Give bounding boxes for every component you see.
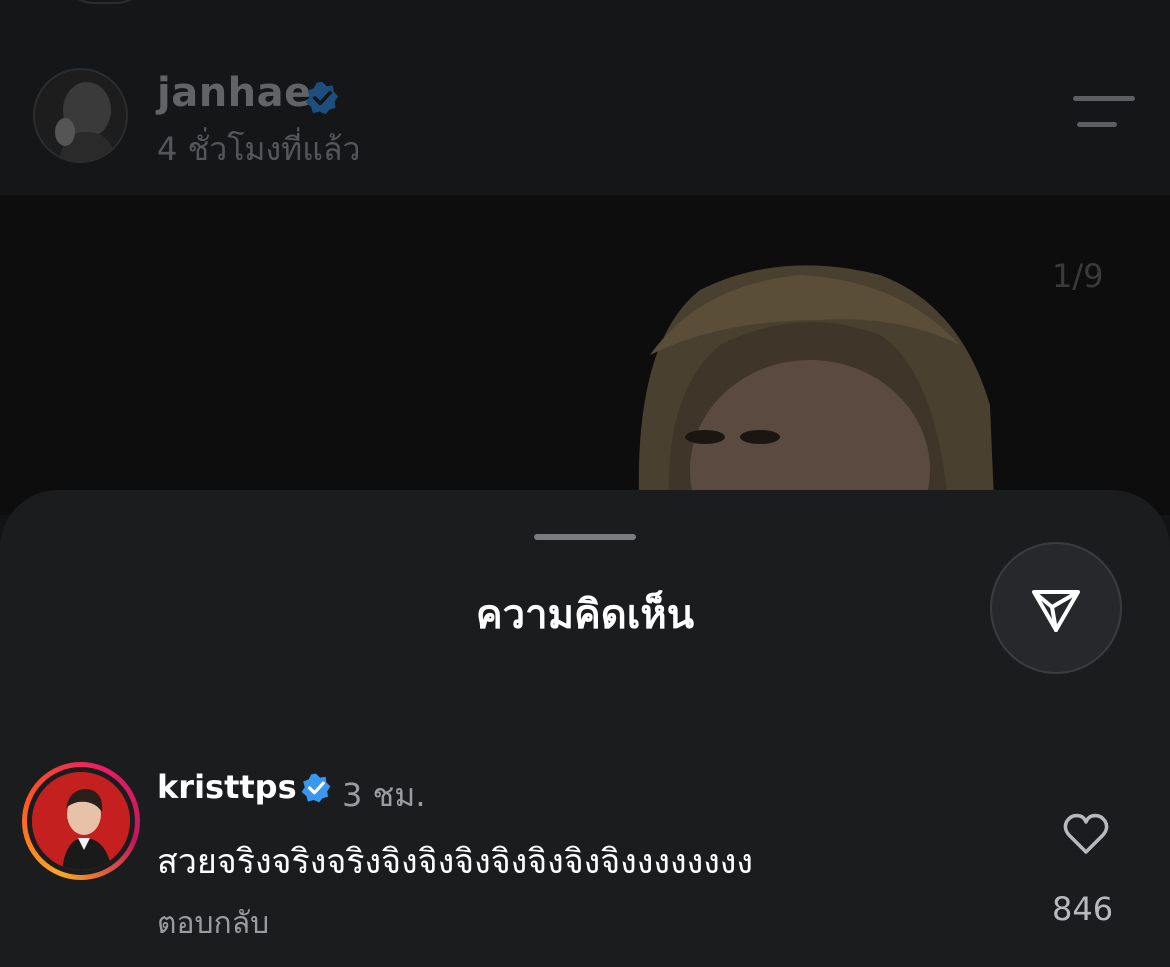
- heart-icon[interactable]: [1062, 812, 1110, 856]
- send-icon: [1032, 590, 1080, 632]
- menu-icon[interactable]: [1073, 96, 1135, 132]
- author-username[interactable]: janhae: [157, 70, 312, 116]
- post-photo: [0, 195, 1170, 515]
- comment-timestamp: 3 ชม.: [342, 776, 426, 814]
- post-timestamp: 4 ชั่วโมงที่แล้ว: [157, 130, 361, 168]
- post-image[interactable]: 1/9: [0, 195, 1170, 515]
- comment-username[interactable]: kristtps: [157, 768, 297, 806]
- author-avatar-image: [35, 70, 126, 161]
- comment-text: สวยจริงจริงจริงจิงจิงจิงจิงจิงจิงจิงงงงง…: [157, 842, 753, 882]
- author-avatar[interactable]: [33, 68, 128, 163]
- verified-badge-icon: [305, 81, 339, 115]
- like-count: 846: [1052, 890, 1114, 928]
- previous-avatar-edge: [60, 0, 150, 4]
- commenter-photo: [32, 772, 130, 870]
- sheet-grabber[interactable]: [534, 534, 636, 540]
- reply-button[interactable]: ตอบกลับ: [157, 900, 269, 947]
- carousel-page-indicator: 1/9: [1052, 257, 1104, 295]
- verified-badge-icon: [301, 773, 331, 803]
- post-header: janhae 4 ชั่วโมงที่แล้ว: [0, 0, 1170, 195]
- comments-sheet: ความคิดเห็น kristtps 3 ชม. สวยจริงจริงจร…: [0, 490, 1170, 967]
- share-button[interactable]: [990, 542, 1122, 674]
- screen: janhae 4 ชั่วโมงที่แล้ว 1/9 ความคิดเห็น: [0, 0, 1170, 967]
- comment-avatar[interactable]: [22, 762, 140, 880]
